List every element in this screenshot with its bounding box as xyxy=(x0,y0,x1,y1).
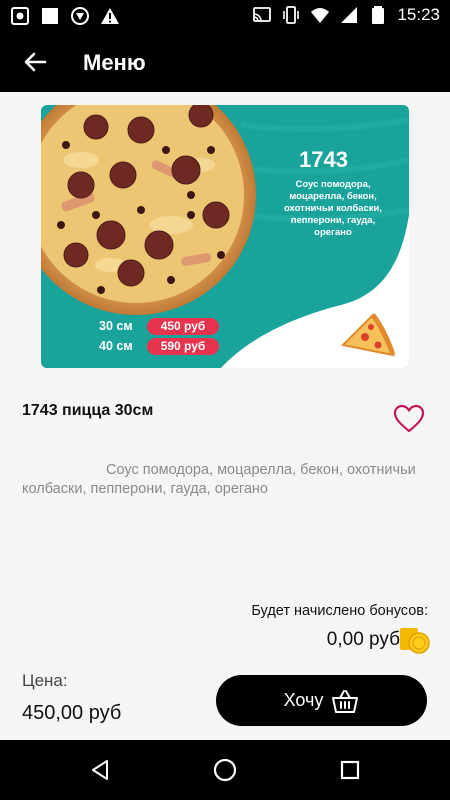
screenshot-icon xyxy=(11,7,29,25)
battery-icon xyxy=(372,6,385,24)
size-label: 30 см xyxy=(99,319,133,333)
shield-icon xyxy=(71,7,89,25)
banner-description: Соус помодора, моцарелла, бекон, охотнич… xyxy=(283,179,383,238)
cast-icon xyxy=(253,7,272,22)
page-title: Меню xyxy=(83,50,146,75)
system-nav-bar xyxy=(0,740,450,800)
app-bar: Меню xyxy=(0,32,450,92)
nav-home-button[interactable] xyxy=(211,756,239,784)
size-label: 40 см xyxy=(99,339,133,353)
size-price-row: 30 см 450 руб xyxy=(99,317,219,335)
basket-icon xyxy=(332,689,359,713)
price-pill: 590 руб xyxy=(147,337,219,355)
want-button[interactable]: Хочу xyxy=(216,675,427,726)
want-button-label: Хочу xyxy=(283,690,324,710)
bonus-value: 0,00 руб xyxy=(326,629,400,650)
clock: 15:23 xyxy=(397,5,440,24)
price-label: Цена: xyxy=(22,671,68,690)
product-banner: 1743 Соус помодора, моцарелла, бекон, ох… xyxy=(41,105,409,368)
size-price-row: 40 см 590 руб xyxy=(99,337,219,355)
arrow-left-icon xyxy=(24,52,47,72)
nav-recents-button[interactable] xyxy=(336,756,364,784)
vibrate-icon xyxy=(283,6,300,24)
banner-code: 1743 xyxy=(299,147,348,172)
heart-icon xyxy=(393,404,425,433)
triangle-back-icon xyxy=(92,760,108,780)
bonus-label: Будет начислено бонусов: xyxy=(251,603,428,619)
coin-icon xyxy=(400,628,430,654)
product-description: Соус помодора, моцарелла, бекон, охотнич… xyxy=(22,462,416,497)
back-button[interactable] xyxy=(20,48,50,76)
circle-home-icon xyxy=(213,758,237,782)
price-pill: 450 руб xyxy=(147,317,219,335)
nav-back-button[interactable] xyxy=(86,756,114,784)
warning-icon xyxy=(101,8,119,24)
square-recents-icon xyxy=(340,760,360,780)
square-icon xyxy=(42,8,58,24)
price-value: 450,00 руб xyxy=(22,702,122,724)
status-bar: 15:23 xyxy=(0,0,450,32)
signal-icon xyxy=(341,7,358,23)
product-name: 1743 пицца 30см xyxy=(22,402,154,419)
wifi-icon xyxy=(311,8,330,23)
favorite-button[interactable] xyxy=(393,404,425,434)
